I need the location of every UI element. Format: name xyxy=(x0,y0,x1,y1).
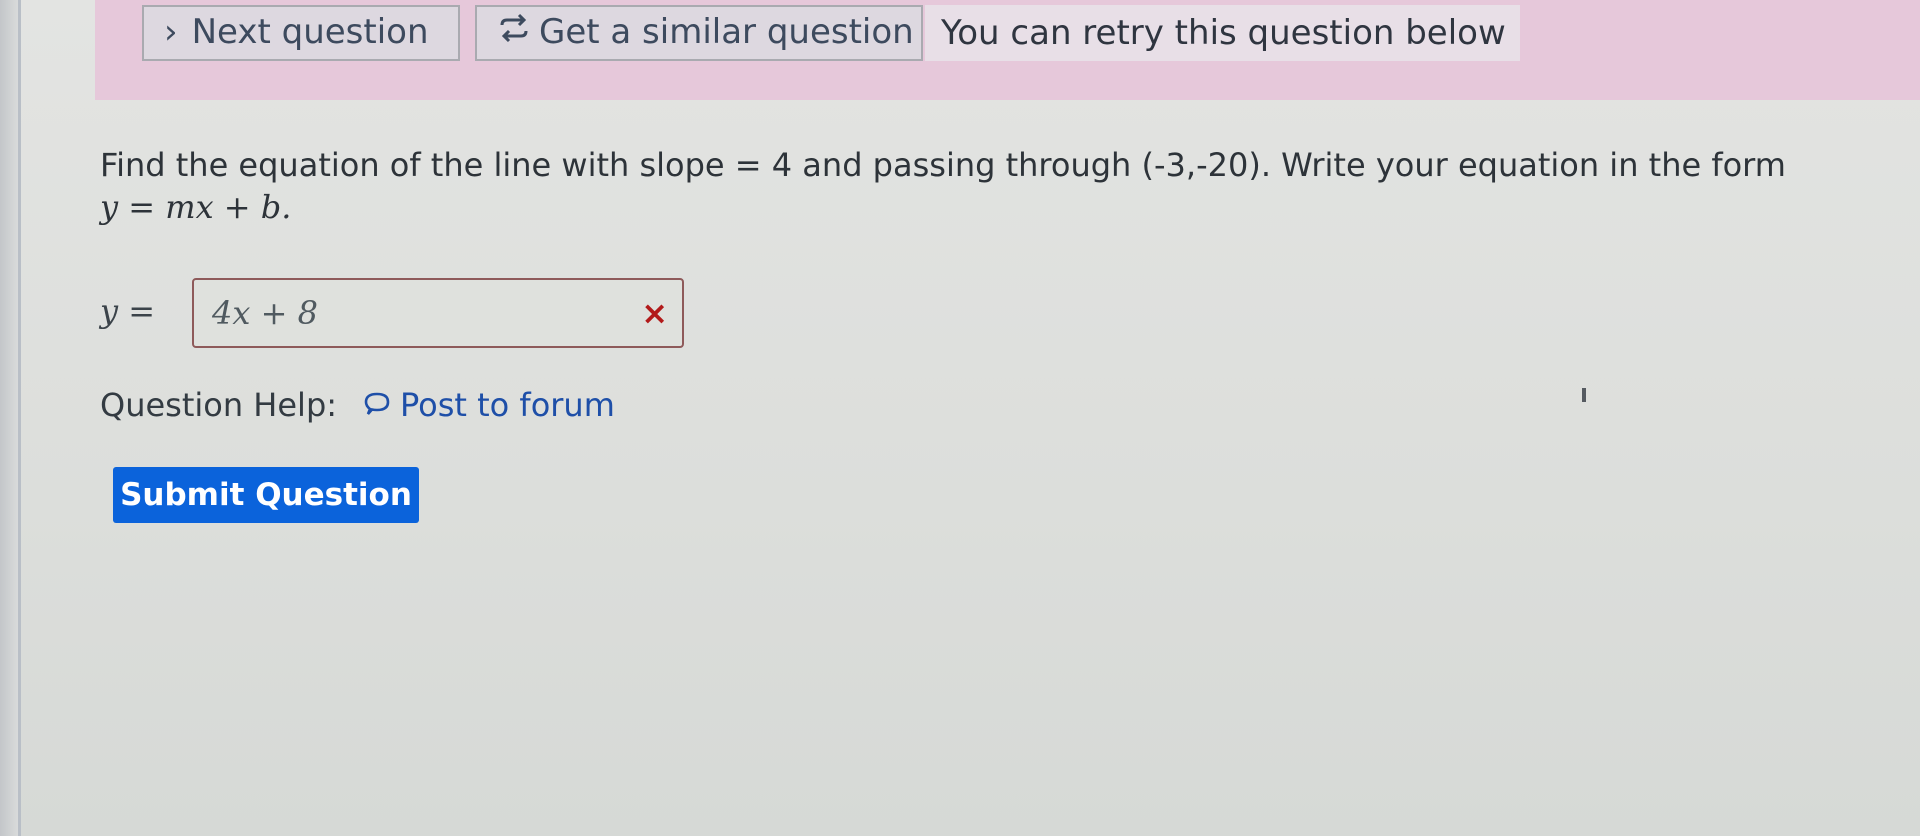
question-formula: y = mx + b. xyxy=(100,188,292,226)
answer-prefix: y = xyxy=(100,292,156,330)
answer-input[interactable]: 4x + 8 × xyxy=(192,278,684,348)
left-edge xyxy=(0,0,18,836)
speech-bubble-icon xyxy=(362,390,392,428)
question-text: Find the equation of the line with slope… xyxy=(100,146,1786,184)
page: › Next question Get a similar question Yo… xyxy=(0,0,1920,836)
submit-question-button[interactable]: Submit Question xyxy=(113,467,419,523)
post-to-forum-label: Post to forum xyxy=(400,386,615,424)
post-to-forum-link[interactable]: Post to forum xyxy=(362,386,615,428)
chevron-right-icon: › xyxy=(164,12,178,52)
retry-arrows-icon xyxy=(497,9,531,59)
next-question-label: Next question xyxy=(191,12,429,52)
similar-question-label: Get a similar question xyxy=(539,12,914,52)
left-edge-divider xyxy=(18,0,21,836)
incorrect-icon: × xyxy=(641,294,668,332)
similar-question-button[interactable]: Get a similar question xyxy=(475,5,923,61)
retry-message: You can retry this question below xyxy=(925,5,1520,61)
answer-value: 4x + 8 xyxy=(212,294,318,332)
question-help-label: Question Help: xyxy=(100,386,338,424)
next-question-button[interactable]: › Next question xyxy=(142,5,460,61)
screen-speck xyxy=(1582,388,1586,402)
